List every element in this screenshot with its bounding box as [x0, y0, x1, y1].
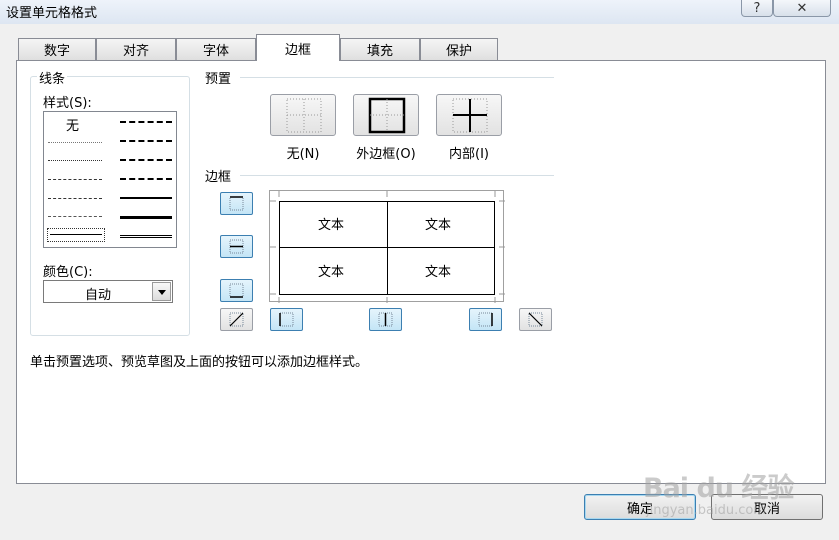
watermark-url: jingyan.baidu.com [646, 503, 766, 518]
style-dash-dot[interactable] [48, 198, 102, 199]
border-inside-vertical-button[interactable] [369, 308, 402, 331]
preset-inside-label: 内部(I) [449, 147, 489, 162]
presets-title: 预置 [205, 72, 232, 87]
style-thick[interactable] [120, 216, 172, 219]
style-hair[interactable] [48, 142, 102, 143]
line-group-title: 线条 [37, 68, 68, 87]
border-left-icon [279, 312, 294, 327]
border-divider [240, 175, 554, 176]
style-selected-frame [47, 228, 105, 242]
tab-protection[interactable]: 保护 [420, 38, 498, 60]
border-left-button[interactable] [270, 308, 303, 331]
style-label: 样式(S): [43, 96, 92, 111]
style-thin[interactable] [50, 234, 102, 235]
title-bar: 设置单元格格式 ? ✕ [0, 0, 839, 24]
color-label: 颜色(C): [43, 265, 93, 280]
help-icon: ? [753, 0, 761, 16]
style-dashed[interactable] [48, 216, 102, 217]
tab-fill[interactable]: 填充 [340, 38, 420, 60]
preview-cell-text: 文本 [425, 265, 452, 280]
border-top-icon [229, 196, 244, 211]
color-value: 自动 [84, 288, 111, 303]
border-inside-horizontal-icon [229, 239, 244, 254]
window-title: 设置单元格格式 [6, 6, 98, 21]
preview-grid [270, 191, 505, 303]
border-right-button[interactable] [469, 308, 502, 331]
border-top-button[interactable] [220, 192, 253, 215]
border-right-icon [478, 312, 493, 327]
tab-number[interactable]: 数字 [18, 38, 96, 60]
style-medium-dash-dot-dot[interactable] [120, 121, 172, 123]
tab-border[interactable]: 边框 [256, 34, 340, 61]
chevron-down-icon [158, 290, 166, 295]
preset-outline-label: 外边框(O) [356, 147, 416, 162]
border-diagonal-up-icon [229, 312, 244, 327]
style-dotted[interactable] [48, 160, 102, 161]
preset-inside-icon [452, 98, 488, 133]
style-none[interactable]: 无 [66, 115, 79, 134]
border-diagonal-down-icon [528, 312, 543, 327]
border-diagonal-up-button[interactable] [220, 308, 253, 331]
close-button[interactable]: ✕ [773, 0, 831, 17]
border-preview[interactable]: 文本 文本 文本 文本 [269, 190, 505, 303]
border-title: 边框 [205, 170, 232, 185]
color-dropdown[interactable]: 自动 [43, 280, 173, 303]
style-double[interactable] [120, 235, 172, 238]
border-diagonal-down-button[interactable] [519, 308, 552, 331]
style-slant-dash-dot[interactable] [120, 140, 172, 142]
watermark-logo: Bai du 经验 [643, 473, 794, 504]
line-style-list[interactable]: 无 [43, 111, 177, 248]
preset-none-icon [286, 98, 322, 133]
style-medium[interactable] [120, 197, 172, 199]
presets-divider [240, 77, 554, 78]
preset-none-button[interactable] [270, 94, 336, 136]
style-dash-dot-dot[interactable] [48, 179, 102, 180]
preset-outline-button[interactable] [353, 94, 419, 136]
preview-cell-text: 文本 [425, 218, 452, 233]
preset-inside-button[interactable] [436, 94, 502, 136]
preset-outline-icon [368, 97, 406, 134]
border-inside-vertical-icon [378, 312, 393, 327]
dropdown-button[interactable] [152, 282, 171, 301]
border-inside-horizontal-button[interactable] [220, 235, 253, 258]
help-button[interactable]: ? [741, 0, 773, 17]
tab-alignment[interactable]: 对齐 [96, 38, 176, 60]
style-medium-dashed[interactable] [120, 178, 172, 180]
style-medium-dash-dot[interactable] [120, 159, 172, 161]
tab-font[interactable]: 字体 [176, 38, 256, 60]
preview-cell-text: 文本 [318, 265, 345, 280]
border-bottom-icon [229, 283, 244, 298]
preview-cell-text: 文本 [318, 218, 345, 233]
close-icon: ✕ [796, 0, 808, 16]
border-bottom-button[interactable] [220, 279, 253, 302]
preset-none-label: 无(N) [286, 147, 320, 162]
hint-text: 单击预置选项、预览草图及上面的按钮可以添加边框样式。 [30, 355, 369, 370]
